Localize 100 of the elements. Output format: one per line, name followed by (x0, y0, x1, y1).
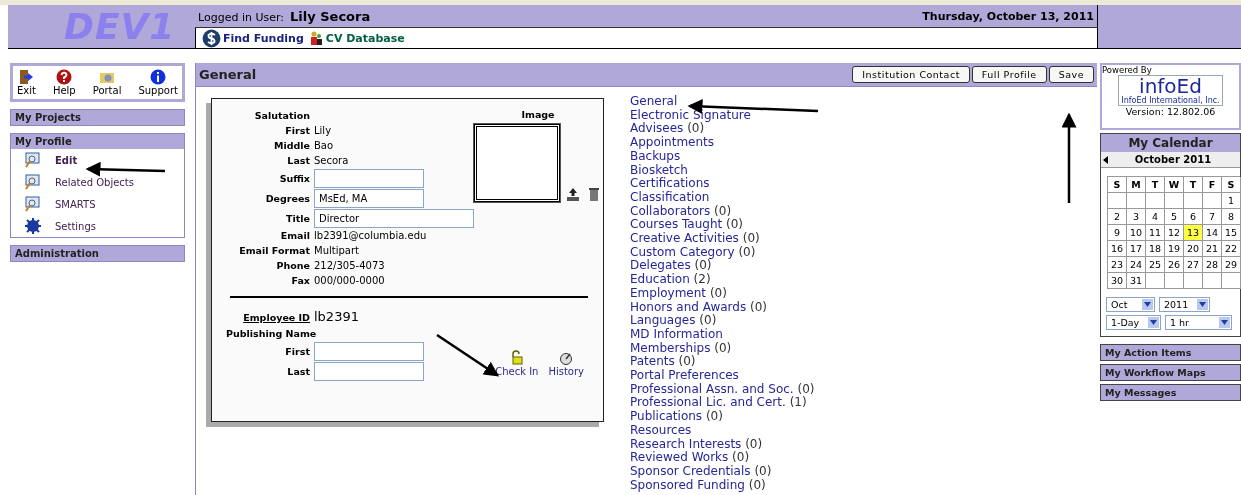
profile-link[interactable]: Research Interests (0) (630, 437, 815, 452)
input-field[interactable]: Director (314, 209, 474, 228)
calendar-day[interactable]: 27 (1184, 257, 1203, 273)
input-field[interactable] (314, 169, 424, 188)
dropdown[interactable]: 1 hr (1165, 315, 1232, 330)
sidebar-item[interactable]: Settings (11, 215, 184, 237)
profile-link[interactable]: MD Information (630, 327, 815, 342)
calendar-day[interactable]: 10 (1127, 225, 1146, 241)
nav-link[interactable]: CV Database (307, 30, 405, 46)
calendar-day[interactable]: 15 (1222, 225, 1241, 241)
calendar-day[interactable]: 25 (1146, 257, 1165, 273)
profile-link[interactable]: Professional Assn. and Soc. (0) (630, 382, 815, 397)
profile-link[interactable]: Reviewed Works (0) (630, 451, 815, 465)
toolbar-button[interactable]: Portal (92, 69, 122, 96)
calendar-day[interactable]: 11 (1146, 225, 1165, 241)
calendar-day[interactable]: 5 (1165, 209, 1184, 225)
calendar-day[interactable]: 4 (1146, 209, 1165, 225)
profile-link[interactable]: Employment (0) (630, 286, 815, 301)
calendar-day[interactable]: 22 (1222, 241, 1241, 257)
calendar-day[interactable]: 8 (1222, 209, 1241, 225)
calendar-day[interactable]: 3 (1127, 209, 1146, 225)
profile-link[interactable]: Education (2) (630, 273, 815, 287)
profile-link[interactable]: Courses Taught (0) (630, 218, 815, 233)
profile-link[interactable]: Portal Preferences (630, 369, 815, 383)
calendar-day[interactable]: 7 (1203, 209, 1222, 225)
calendar-day[interactable]: 18 (1146, 241, 1165, 257)
profile-link[interactable]: Classification (630, 190, 815, 205)
calendar-day[interactable]: 2 (1108, 209, 1127, 225)
calendar-day[interactable]: 14 (1203, 225, 1222, 241)
input-field[interactable] (314, 342, 424, 361)
calendar-day[interactable]: 17 (1127, 241, 1146, 257)
profile-link[interactable]: Creative Activities (0) (630, 232, 815, 246)
calendar-day[interactable]: 21 (1203, 241, 1222, 257)
calendar-day[interactable]: 19 (1165, 241, 1184, 257)
field-label: Suffix (278, 171, 310, 186)
calendar-day[interactable]: 16 (1108, 241, 1127, 257)
calendar-day[interactable]: 12 (1165, 225, 1184, 241)
profile-link[interactable]: Memberships (0) (630, 341, 815, 356)
toolbar-button[interactable]: Exit (17, 69, 36, 96)
sidebar-section-title[interactable]: My Profile (11, 134, 184, 149)
calendar-day[interactable]: 29 (1222, 257, 1241, 273)
field-value: Multipart (314, 244, 360, 258)
input-field[interactable] (314, 362, 424, 381)
sidebar-item[interactable]: Edit (11, 149, 184, 171)
dropdown[interactable]: Oct (1106, 297, 1155, 312)
profile-link[interactable]: Sponsored Funding (0) (630, 478, 815, 493)
profile-link[interactable]: Resources (630, 423, 815, 438)
toolbar-button[interactable]: Save (1048, 66, 1094, 83)
panel-header[interactable]: My Workflow Maps (1100, 364, 1241, 381)
dropdown-arrow-icon (1221, 320, 1228, 325)
calendar-day[interactable]: 1 (1222, 193, 1241, 209)
toolbar-button[interactable]: Support (138, 69, 178, 96)
profile-link[interactable]: Collaborators (0) (630, 204, 815, 219)
dropdown[interactable]: 1-Day (1106, 315, 1161, 330)
profile-link[interactable]: Certifications (630, 177, 815, 191)
dropdown-arrow-icon (1199, 302, 1206, 307)
profile-link[interactable]: Biosketch (630, 163, 815, 178)
profile-link[interactable]: Appointments (630, 136, 815, 150)
profile-link[interactable]: Professional Lic. and Cert. (1) (630, 396, 815, 411)
panel-header[interactable]: My Messages (1100, 384, 1241, 401)
toolbar-button[interactable]: Full Profile (971, 66, 1047, 83)
month-label: October 2011 (1133, 154, 1213, 165)
panel-header[interactable]: My Action Items (1100, 344, 1241, 361)
profile-link[interactable]: General (630, 95, 815, 109)
weekday-header: T (1146, 177, 1165, 193)
action-link[interactable]: Check In (495, 350, 539, 377)
profile-link[interactable]: Custom Category (0) (630, 245, 815, 260)
profile-link[interactable]: Languages (0) (630, 314, 815, 328)
sidebar-section-title[interactable]: Administration (11, 246, 184, 261)
profile-link[interactable]: Patents (0) (630, 355, 815, 370)
profile-link[interactable]: Delegates (0) (630, 259, 815, 274)
nav-link[interactable]: Find Funding (202, 28, 304, 48)
profile-link[interactable]: Publications (0) (630, 410, 815, 424)
profile-link[interactable]: Advisees (0) (630, 122, 815, 137)
sidebar-item[interactable]: SMARTS (11, 193, 184, 215)
sidebar-section-title[interactable]: My Projects (11, 110, 184, 125)
calendar-day[interactable]: 26 (1165, 257, 1184, 273)
calendar-day[interactable]: 9 (1108, 225, 1127, 241)
profile-link[interactable]: Sponsor Credentials (0) (630, 465, 815, 479)
dropdown[interactable]: 2011 (1159, 297, 1210, 312)
sidebar-item[interactable]: Related Objects (11, 171, 184, 193)
field-value: 000/000-0000 (314, 274, 386, 288)
calendar-day[interactable]: 20 (1184, 241, 1203, 257)
calendar-day[interactable]: 28 (1203, 257, 1222, 273)
weekday-header: M (1127, 177, 1146, 193)
calendar-day[interactable]: 24 (1127, 257, 1146, 273)
calendar-day[interactable]: 23 (1108, 257, 1127, 273)
toolbar-button[interactable]: Help (52, 69, 76, 96)
input-field[interactable]: MsEd, MA (314, 189, 424, 208)
calendar-day[interactable]: 30 (1108, 273, 1127, 289)
dollar-coin-icon (202, 28, 221, 48)
previous-month-icon[interactable] (1103, 155, 1108, 164)
action-link[interactable]: History (548, 350, 584, 377)
calendar-day[interactable]: 6 (1184, 209, 1203, 225)
toolbar-button[interactable]: Institution Contact (852, 66, 970, 83)
profile-link[interactable]: Backups (630, 149, 815, 164)
profile-link[interactable]: Electronic Signature (630, 108, 815, 123)
calendar-day[interactable]: 13 (1184, 225, 1203, 241)
calendar-day[interactable]: 31 (1127, 273, 1146, 289)
profile-link[interactable]: Honors and Awards (0) (630, 300, 815, 315)
